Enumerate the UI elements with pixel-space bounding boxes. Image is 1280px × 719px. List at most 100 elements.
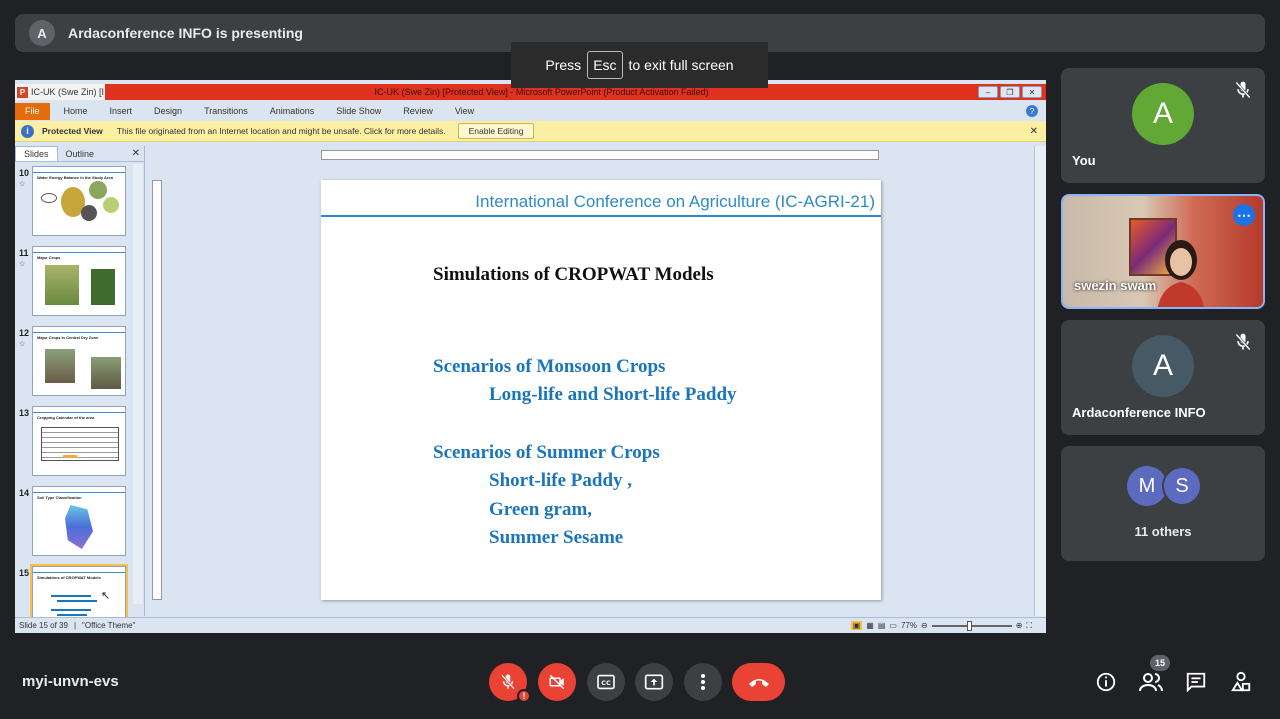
- horizontal-ruler: [321, 150, 879, 160]
- zoom-level: 77%: [900, 621, 917, 630]
- minimize-icon[interactable]: –: [978, 86, 998, 98]
- participant-name: You: [1072, 153, 1096, 168]
- mic-off-icon: [1235, 81, 1251, 99]
- meeting-code[interactable]: myi-unvn-evs: [22, 673, 119, 690]
- slide-thumbnail-11[interactable]: 11 ☆ Major Crops: [15, 246, 145, 320]
- ribbon-tab-insert[interactable]: Insert: [110, 106, 133, 116]
- enable-editing-button[interactable]: Enable Editing: [457, 123, 535, 139]
- camera-toggle-button[interactable]: [538, 663, 576, 701]
- restore-icon[interactable]: ❐: [1000, 86, 1020, 98]
- view-normal-icon[interactable]: ▣: [850, 621, 863, 630]
- thumbnail-preview: Soil Type Classification: [32, 486, 126, 556]
- fit-window-icon[interactable]: ⛶: [1026, 621, 1032, 631]
- shared-screen: P IC-UK (Swe Zin) [I IC-UK (Swe Zin) [Pr…: [15, 80, 1046, 633]
- participant-tile-you[interactable]: A You: [1061, 68, 1265, 183]
- view-slideshow-icon[interactable]: ▭: [889, 621, 897, 630]
- tab-outline[interactable]: Outline: [58, 147, 103, 161]
- mouse-cursor-icon: ↖: [101, 590, 111, 602]
- ribbon-tab-transitions[interactable]: Transitions: [204, 106, 248, 116]
- info-icon: [1096, 672, 1116, 692]
- monsoon-heading: Scenarios of Monsoon Crops: [433, 356, 666, 377]
- person-video: [1157, 240, 1205, 307]
- slide-thumbnail-10[interactable]: 10 ☆ Water Energy Balance in the Study A…: [15, 166, 145, 240]
- avatar: A: [1132, 335, 1194, 397]
- slide-title: Simulations of CROPWAT Models: [433, 264, 714, 285]
- slide-thumbnail-13[interactable]: 13 Cropping Calendar of the area: [15, 406, 145, 480]
- header-divider: [321, 215, 881, 217]
- thumbnail-title: Water Energy Balance in the Study Area: [37, 175, 113, 180]
- slide-count: Slide 15 of 39: [19, 621, 68, 630]
- animation-star-icon: ☆: [19, 261, 26, 268]
- thumbnail-number: 12: [19, 328, 30, 338]
- people-icon: [1139, 673, 1163, 692]
- doc-tab[interactable]: P IC-UK (Swe Zin) [I: [15, 84, 105, 100]
- ribbon-tab-design[interactable]: Design: [154, 106, 182, 116]
- close-panel-icon[interactable]: ✕: [132, 148, 140, 159]
- esc-key: Esc: [587, 51, 623, 79]
- thumbnail-number: 15: [19, 568, 30, 578]
- people-button[interactable]: [1138, 669, 1164, 695]
- info-icon: i: [21, 124, 34, 138]
- zoom-in-icon[interactable]: ⊕: [1016, 621, 1023, 630]
- vertical-ruler: [152, 180, 162, 600]
- slide-thumbnail-14[interactable]: 14 Soil Type Classification: [15, 486, 145, 560]
- more-options-button[interactable]: ⋯: [1233, 204, 1255, 226]
- view-reading-icon[interactable]: ▤: [878, 621, 886, 630]
- thumbnail-title: Cropping Calendar of the area: [37, 415, 95, 420]
- window-title: IC-UK (Swe Zin) [Protected View] - Micro…: [374, 87, 709, 97]
- help-icon[interactable]: ?: [1026, 105, 1038, 117]
- present-screen-button[interactable]: [635, 663, 673, 701]
- ribbon-tab-home[interactable]: Home: [64, 106, 88, 116]
- summer-item-3: Summer Sesame: [489, 527, 624, 548]
- current-slide[interactable]: International Conference on Agriculture …: [321, 180, 881, 600]
- thumbnail-title: Major Crops in Central Dry Zone: [37, 335, 99, 340]
- close-protected-bar-icon[interactable]: ✕: [1030, 126, 1038, 137]
- participant-count-badge: 15: [1150, 655, 1170, 671]
- mic-off-icon: [501, 674, 515, 690]
- tab-slides[interactable]: Slides: [15, 146, 58, 161]
- avatar: A: [1132, 83, 1194, 145]
- ribbon-tab-file[interactable]: File: [15, 102, 50, 120]
- ribbon-tab-animations[interactable]: Animations: [270, 106, 315, 116]
- thumbnail-title: Soil Type Classification: [37, 495, 82, 500]
- thumbnail-title: Simulations of CROPWAT Models: [37, 575, 101, 580]
- thumbnail-preview: Major Crops: [32, 246, 126, 316]
- theme-name: "Office Theme": [82, 621, 136, 630]
- esc-suffix-text: to exit full screen: [628, 57, 734, 73]
- avatar-s: S: [1162, 466, 1202, 506]
- participant-name: Ardaconference INFO: [1072, 405, 1206, 420]
- protected-view-message[interactable]: This file originated from an Internet lo…: [117, 126, 446, 136]
- powerpoint-status-bar: Slide 15 of 39 | "Office Theme" ▣ ▦ ▤ ▭ …: [15, 617, 1046, 633]
- leave-call-button[interactable]: [732, 663, 785, 701]
- avatar-m: M: [1127, 466, 1167, 506]
- warning-icon: !: [517, 689, 531, 703]
- chat-button[interactable]: [1183, 669, 1209, 695]
- more-options-menu-button[interactable]: [684, 663, 722, 701]
- ribbon-tab-slideshow[interactable]: Slide Show: [336, 106, 381, 116]
- esc-press-text: Press: [545, 57, 582, 73]
- animation-star-icon: ☆: [19, 181, 26, 188]
- slides-panel-scrollbar[interactable]: [133, 164, 143, 604]
- exit-fullscreen-hint: Press Esc to exit full screen: [511, 42, 768, 88]
- chat-icon: [1186, 672, 1206, 693]
- protected-view-label: Protected View: [42, 126, 103, 136]
- zoom-slider[interactable]: [931, 620, 1012, 631]
- zoom-out-icon[interactable]: ⊖: [921, 621, 928, 630]
- animation-star-icon: ☆: [19, 341, 26, 348]
- slide-thumbnail-12[interactable]: 12 ☆ Major Crops in Central Dry Zone: [15, 326, 145, 400]
- meeting-details-button[interactable]: [1093, 669, 1119, 695]
- ribbon-tab-review[interactable]: Review: [403, 106, 433, 116]
- close-window-icon[interactable]: ✕: [1022, 86, 1042, 98]
- mic-toggle-button[interactable]: !: [489, 663, 531, 703]
- participant-tile-swezin[interactable]: ⋯ swezin swam: [1061, 194, 1265, 309]
- ribbon-tab-view[interactable]: View: [455, 106, 474, 116]
- activities-button[interactable]: [1228, 669, 1254, 695]
- captions-button[interactable]: CC: [587, 663, 625, 701]
- doc-tab-label: IC-UK (Swe Zin) [I: [31, 87, 105, 97]
- view-sorter-icon[interactable]: ▦: [866, 621, 874, 630]
- presenting-text: Ardaconference INFO is presenting: [68, 25, 303, 41]
- participant-tile-ardaconference[interactable]: A Ardaconference INFO: [1061, 320, 1265, 435]
- thumbnail-number: 13: [19, 408, 30, 418]
- participant-tile-others[interactable]: M S 11 others: [1061, 446, 1265, 561]
- editor-scrollbar[interactable]: [1034, 146, 1046, 616]
